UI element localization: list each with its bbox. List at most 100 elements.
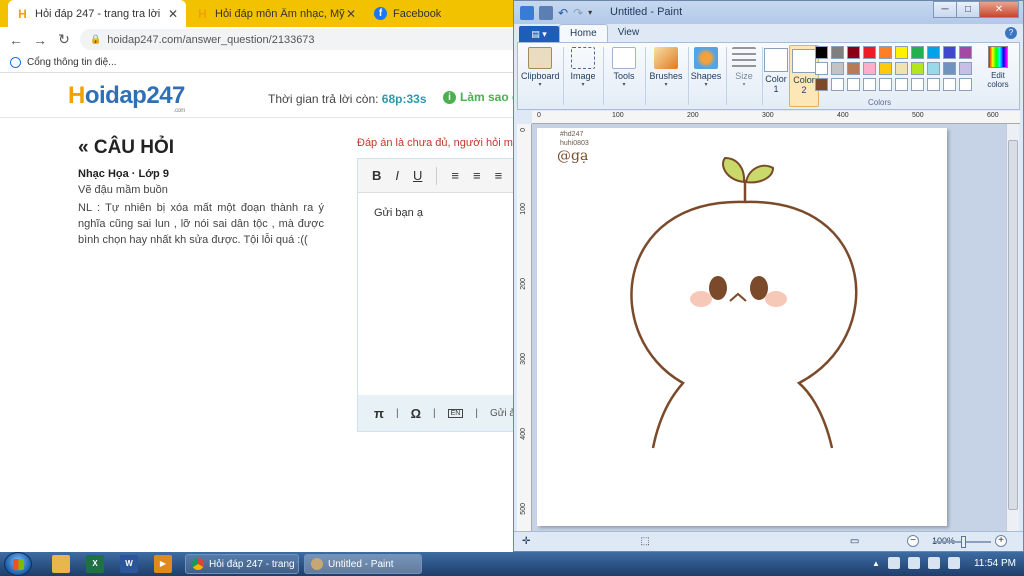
howto-link[interactable]: i Làm sao đ xyxy=(443,90,519,104)
answer-input[interactable]: Gửi bạn ạ xyxy=(358,193,516,233)
palette-swatch[interactable] xyxy=(959,62,972,75)
palette-swatch[interactable] xyxy=(943,46,956,59)
network-icon[interactable] xyxy=(927,557,940,569)
zoom-in-button[interactable]: + xyxy=(995,535,1007,547)
align-center-icon[interactable]: ≡ xyxy=(473,168,481,183)
palette-swatch[interactable] xyxy=(815,46,828,59)
language-en-button[interactable]: EN xyxy=(447,408,464,418)
address-bar[interactable]: 🔒 hoidap247.com/answer_question/2133673 xyxy=(80,29,520,50)
color1-button[interactable]: Color 1 xyxy=(763,45,789,107)
palette-swatch[interactable] xyxy=(879,46,892,59)
palette-swatch[interactable] xyxy=(831,62,844,75)
task-chrome[interactable]: Hỏi đáp 247 - trang t... xyxy=(185,554,299,574)
redo-icon[interactable]: ↷ xyxy=(573,6,583,20)
send-button[interactable]: Gửi ả xyxy=(490,408,515,419)
palette-swatch[interactable] xyxy=(847,46,860,59)
close-icon[interactable]: ✕ xyxy=(168,7,178,21)
shapes-button[interactable]: Shapes ▾ xyxy=(688,45,724,107)
palette-swatch[interactable] xyxy=(815,62,828,75)
scrollbar-thumb[interactable] xyxy=(1008,140,1018,510)
forward-arrow-icon[interactable]: → xyxy=(28,32,52,48)
word-icon[interactable]: W xyxy=(120,555,138,573)
palette-swatch[interactable] xyxy=(863,46,876,59)
file-menu-button[interactable]: ▤ ▾ xyxy=(519,26,559,42)
url-text: hoidap247.com/answer_question/2133673 xyxy=(107,33,315,46)
palette-swatch[interactable] xyxy=(895,78,908,91)
volume-icon[interactable] xyxy=(947,557,960,569)
ruler-tick-label: 200 xyxy=(687,112,699,119)
palette-swatch[interactable] xyxy=(927,46,940,59)
vertical-scrollbar[interactable] xyxy=(1006,124,1019,531)
start-button[interactable] xyxy=(4,552,32,576)
explorer-icon[interactable] xyxy=(52,555,70,573)
palette-swatch[interactable] xyxy=(959,78,972,91)
task-paint[interactable]: Untitled - Paint xyxy=(304,554,422,574)
ruler-tick-label: 400 xyxy=(520,428,527,440)
close-icon[interactable]: ✕ xyxy=(346,7,356,21)
align-right-icon[interactable]: ≡ xyxy=(495,168,503,183)
edit-colors-button[interactable]: Edit colors xyxy=(983,46,1013,89)
underline-button[interactable]: U xyxy=(413,168,422,183)
back-arrow-icon[interactable]: ← xyxy=(4,32,28,48)
hoidap247-logo[interactable]: Hoidap247 .com xyxy=(68,82,185,114)
bookmark-item[interactable]: Cổng thông tin điệ... xyxy=(27,57,117,68)
palette-swatch[interactable] xyxy=(959,46,972,59)
tab-hoidap-answer[interactable]: H Hỏi đáp 247 - trang tra lời ✕ xyxy=(8,0,186,27)
palette-swatch[interactable] xyxy=(927,62,940,75)
palette-swatch[interactable] xyxy=(895,46,908,59)
tab-view[interactable]: View xyxy=(608,24,650,42)
tools-button[interactable]: Tools ▾ xyxy=(606,45,642,107)
palette-swatch[interactable] xyxy=(943,62,956,75)
align-left-icon[interactable]: ≡ xyxy=(451,168,459,183)
bold-button[interactable]: B xyxy=(372,168,381,183)
zoom-slider[interactable] xyxy=(933,536,991,548)
palette-swatch[interactable] xyxy=(911,46,924,59)
media-player-icon[interactable]: ▶ xyxy=(154,555,172,573)
flag-icon[interactable] xyxy=(887,557,900,569)
tab-home[interactable]: Home xyxy=(559,24,608,42)
close-button[interactable]: ✕ xyxy=(979,1,1019,18)
customize-qat-icon[interactable]: ▾ xyxy=(588,8,592,17)
palette-swatch[interactable] xyxy=(831,78,844,91)
palette-swatch[interactable] xyxy=(847,62,860,75)
excel-icon[interactable]: X xyxy=(86,555,104,573)
palette-swatch[interactable] xyxy=(863,62,876,75)
palette-swatch[interactable] xyxy=(831,46,844,59)
palette-swatch[interactable] xyxy=(879,78,892,91)
image-button[interactable]: Image ▾ xyxy=(566,45,600,107)
drawing-canvas[interactable]: #hd247 huhi0803 @gạ xyxy=(537,128,947,526)
question-heading[interactable]: « CÂU HỎI xyxy=(78,137,174,159)
palette-swatch[interactable] xyxy=(815,78,828,91)
palette-swatch[interactable] xyxy=(927,78,940,91)
minimize-button[interactable]: ─ xyxy=(933,1,957,18)
undo-icon[interactable]: ↶ xyxy=(558,6,568,20)
zoom-slider-knob[interactable] xyxy=(961,536,966,548)
maximize-button[interactable]: □ xyxy=(956,1,980,18)
tab-hoidap-music[interactable]: H Hỏi đáp môn Âm nhạc, Mỹ thuật ✕ xyxy=(188,0,364,27)
help-icon[interactable]: ? xyxy=(1005,27,1017,39)
clipboard-button[interactable]: Clipboard ▾ xyxy=(521,45,560,107)
palette-swatch[interactable] xyxy=(943,78,956,91)
clock[interactable]: 11:54 PM xyxy=(974,558,1016,569)
paint-app-icon[interactable] xyxy=(520,5,534,20)
palette-swatch[interactable] xyxy=(879,62,892,75)
italic-button[interactable]: I xyxy=(395,168,399,183)
palette-swatch[interactable] xyxy=(911,62,924,75)
palette-swatch[interactable] xyxy=(911,78,924,91)
zoom-out-button[interactable]: − xyxy=(907,535,919,547)
paint-titlebar[interactable]: ↶ ↷ ▾ Untitled - Paint ─ □ ✕ xyxy=(514,1,1023,24)
left-eye xyxy=(709,276,727,300)
palette-swatch[interactable] xyxy=(895,62,908,75)
tab-facebook[interactable]: f Facebook xyxy=(366,0,516,27)
save-icon[interactable] xyxy=(539,5,553,20)
reload-icon[interactable]: ↻ xyxy=(52,31,76,48)
pi-button[interactable]: π xyxy=(374,406,384,421)
omega-button[interactable]: Ω xyxy=(411,406,421,421)
tray-expand-icon[interactable]: ▲ xyxy=(872,559,880,568)
palette-swatch[interactable] xyxy=(863,78,876,91)
battery-icon[interactable] xyxy=(907,557,920,569)
sprout-left-leaf xyxy=(722,156,746,184)
brushes-button[interactable]: Brushes ▾ xyxy=(646,45,686,107)
palette-swatch[interactable] xyxy=(847,78,860,91)
size-button[interactable]: Size ▾ xyxy=(726,45,762,107)
